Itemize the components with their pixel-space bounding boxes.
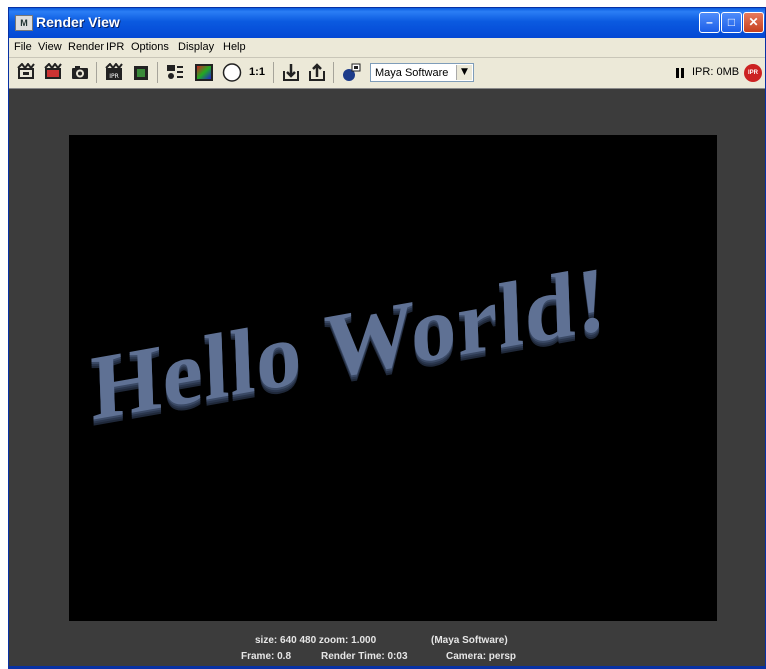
alpha-channel-icon[interactable] <box>222 63 242 82</box>
menu-file[interactable]: File <box>14 41 32 53</box>
pause-icon[interactable] <box>676 68 684 78</box>
one-to-one-icon[interactable]: 1:1 <box>247 63 267 82</box>
rgb-channels-icon[interactable] <box>194 63 214 82</box>
status-frame: Frame: 0.8 <box>241 651 292 662</box>
close-button[interactable]: ✕ <box>743 12 764 33</box>
svg-text:IPR: IPR <box>109 73 119 80</box>
chevron-down-icon[interactable]: ▼ <box>456 65 472 80</box>
maya-app-icon[interactable]: M <box>15 15 33 31</box>
menu-display[interactable]: Display <box>178 41 214 53</box>
status-size: size: 640 480 zoom: 1.000 <box>255 635 377 646</box>
toolbar-separator <box>333 62 334 83</box>
menu-ipr[interactable]: IPR <box>106 41 124 53</box>
render-region-icon[interactable] <box>43 63 63 82</box>
window-title: Render View <box>36 14 120 30</box>
renderer-value: Maya Software <box>375 67 449 79</box>
menu-help[interactable]: Help <box>223 41 246 53</box>
menu-bar: File View Render IPR Options Display Hel… <box>9 38 765 58</box>
render-toolbar: IPR 1:1 Maya Software ▼ IPR: 0MB IPR <box>9 58 765 89</box>
refresh-ipr-icon[interactable] <box>131 63 151 82</box>
status-camera: Camera: persp <box>446 651 517 662</box>
ipr-render-icon[interactable]: IPR <box>104 63 124 82</box>
toolbar-separator <box>273 62 274 83</box>
maximize-button[interactable]: □ <box>721 12 742 33</box>
status-render-time: Render Time: 0:03 <box>321 651 408 662</box>
render-view-window: M Render View – □ ✕ File View Render IPR… <box>8 7 766 669</box>
status-renderer: (Maya Software) <box>431 635 508 646</box>
ipr-memory-label: IPR: 0MB <box>692 66 740 78</box>
toolbar-separator <box>157 62 158 83</box>
remove-image-icon[interactable] <box>307 63 327 82</box>
ipr-stop-icon[interactable]: IPR <box>744 64 762 82</box>
menu-options[interactable]: Options <box>131 41 169 53</box>
renderer-dropdown[interactable]: Maya Software ▼ <box>370 63 474 82</box>
redo-render-icon[interactable] <box>16 63 36 82</box>
keep-image-icon[interactable] <box>281 63 301 82</box>
title-bar[interactable]: M Render View – □ ✕ <box>9 8 765 38</box>
snapshot-icon[interactable] <box>70 63 90 82</box>
render-status: size: 640 480 zoom: 1.000 (Maya Software… <box>9 635 765 668</box>
render-settings-icon[interactable] <box>165 63 185 82</box>
render-globals-icon[interactable] <box>341 63 361 82</box>
rendered-text: Hello World! <box>89 246 609 440</box>
menu-render[interactable]: Render <box>68 41 104 53</box>
minimize-button[interactable]: – <box>699 12 720 33</box>
menu-view[interactable]: View <box>38 41 62 53</box>
window-border <box>9 666 765 668</box>
toolbar-separator <box>96 62 97 83</box>
render-image[interactable]: Hello World! <box>69 135 717 621</box>
